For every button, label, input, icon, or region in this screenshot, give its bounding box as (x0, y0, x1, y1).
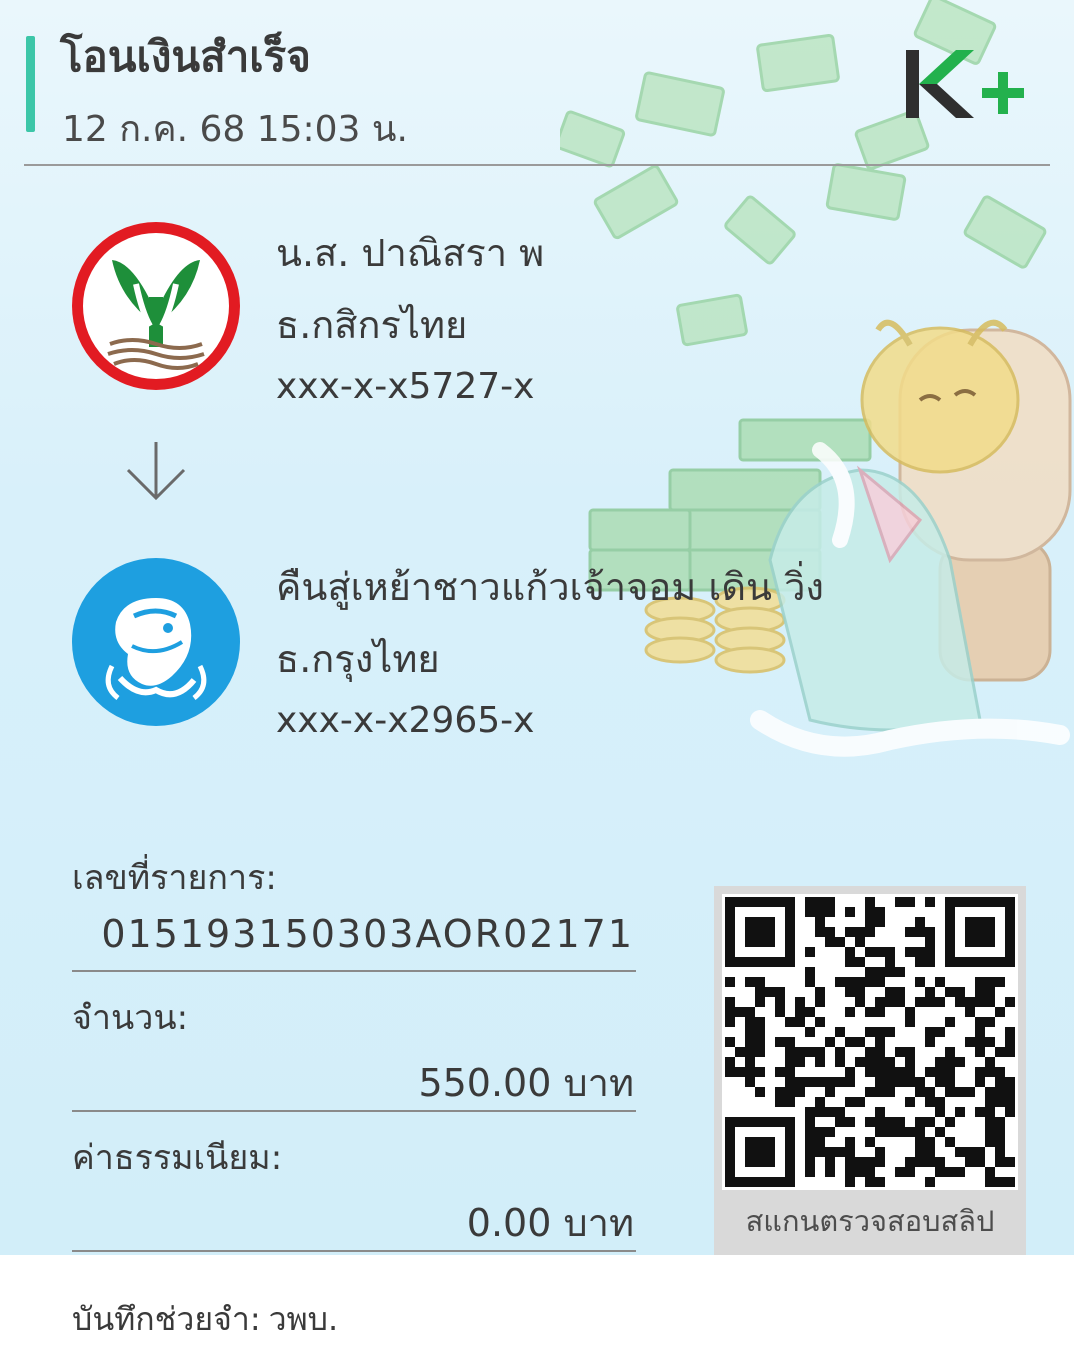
qr-verify-card[interactable]: สแกนตรวจสอบสลิป (714, 886, 1026, 1255)
amount-value: 550.00 บาท (418, 1061, 634, 1105)
arrow-down-icon (126, 442, 186, 501)
amount-divider (72, 1110, 636, 1112)
reference-divider (72, 970, 636, 972)
sender-bank: ธ.กสิกรไทย (276, 303, 468, 347)
title-accent-bar (26, 36, 35, 132)
qr-code[interactable] (722, 894, 1018, 1190)
fee-label: ค่าธรรมเนียม: (72, 1138, 283, 1178)
kasikorn-bank-logo (72, 222, 240, 390)
memo-row: บันทึกช่วยจำ: วพบ. (72, 1294, 338, 1345)
qr-caption: สแกนตรวจสอบสลิป (745, 1204, 995, 1238)
transfer-slip: โอนเงินสำเร็จ 12 ก.ค. 68 15:03 น. น.ส. ป… (0, 0, 1074, 1255)
krungthai-bank-logo (72, 558, 240, 726)
recipient-name: คืนสู่เหย้าชาวแก้วเจ้าจอม เดิน วิ่ง (276, 565, 824, 609)
transaction-datetime: 12 ก.ค. 68 15:03 น. (62, 109, 408, 150)
recipient-bank: ธ.กรุงไทย (276, 637, 440, 681)
memo-value: วพบ. (268, 1300, 339, 1338)
page-title: โอนเงินสำเร็จ (60, 32, 311, 81)
kplus-logo (906, 50, 1024, 118)
header-divider (24, 164, 1050, 166)
reference-value: 015193150303AOR02171 (101, 912, 634, 956)
recipient-account: xxx-x-x2965-x (276, 700, 535, 741)
memo-label: บันทึกช่วยจำ: (72, 1300, 261, 1338)
fee-divider (72, 1250, 636, 1252)
reference-label: เลขที่รายการ: (72, 858, 277, 898)
sender-name: น.ส. ปาณิสรา พ (276, 231, 545, 275)
amount-label: จำนวน: (72, 998, 189, 1038)
sender-account: xxx-x-x5727-x (276, 366, 535, 407)
fee-value: 0.00 บาท (466, 1201, 634, 1245)
